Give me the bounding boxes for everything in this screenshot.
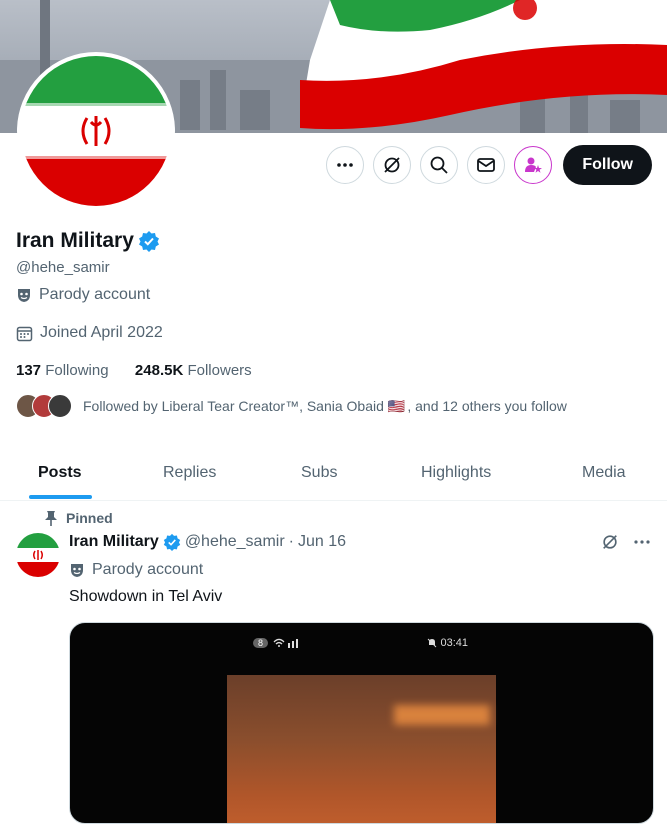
mute-bell-icon — [428, 638, 437, 648]
post-separator: · — [288, 533, 294, 550]
pinned-label: Pinned — [66, 510, 113, 526]
verified-badge-icon — [163, 533, 180, 551]
post-text: Showdown in Tel Aviv — [69, 588, 223, 605]
video-frame — [227, 675, 496, 823]
follower-avatars — [16, 394, 76, 418]
post-actions — [601, 533, 651, 551]
pinned-indicator: Pinned — [45, 510, 113, 526]
message-icon — [477, 158, 496, 172]
grok-icon[interactable] — [601, 533, 619, 551]
calendar-icon — [16, 326, 33, 341]
phone-status-bar: 8 03:41 — [253, 637, 468, 649]
blurred-watermark — [394, 705, 490, 725]
grok-icon — [384, 157, 400, 173]
phone-time: 03:41 — [440, 637, 468, 649]
profile-avatar[interactable] — [17, 52, 175, 210]
wifi-signal-icon — [273, 638, 299, 648]
tab-replies[interactable]: Replies — [163, 445, 216, 500]
followed-by-suffix: , and 12 others you follow — [407, 398, 567, 414]
verified-badge-icon[interactable] — [138, 230, 160, 252]
tab-media[interactable]: Media — [582, 445, 626, 500]
followers-link[interactable]: 248.5K Followers — [135, 362, 252, 379]
following-label: Following — [45, 362, 109, 379]
tab-highlights[interactable]: Highlights — [421, 445, 491, 500]
more-button[interactable] — [326, 146, 365, 184]
profile-stats: 137 Following 248.5K Followers — [16, 362, 252, 379]
tab-subs[interactable]: Subs — [301, 445, 337, 500]
profile-handle: @hehe_samir — [16, 259, 110, 276]
following-link[interactable]: 137 Following — [16, 362, 109, 379]
more-icon — [337, 163, 354, 167]
profile-tabs: Posts Replies Subs Highlights Media — [0, 445, 667, 501]
post-media-video[interactable]: 8 03:41 — [69, 622, 654, 824]
parody-mask-icon — [71, 564, 83, 577]
search-button[interactable] — [420, 146, 459, 184]
parody-mask-icon — [18, 289, 30, 302]
post-parody-label: Parody account — [92, 561, 204, 578]
follow-button[interactable]: Follow — [563, 145, 652, 185]
profile-name: Iran Military — [16, 229, 160, 253]
post-handle[interactable]: @hehe_samir — [185, 533, 285, 551]
parody-row: Parody account — [16, 286, 150, 304]
profile-actions: Follow — [326, 145, 652, 185]
post-author[interactable]: Iran Military — [69, 533, 159, 551]
subscribe-button[interactable] — [514, 146, 553, 184]
followers-label: Followers — [187, 362, 252, 379]
grok-button[interactable] — [373, 146, 412, 184]
following-count: 137 — [16, 362, 42, 379]
avatar — [48, 394, 72, 418]
followed-by-text: Followed by Liberal Tear Creator™, Sania… — [83, 398, 384, 414]
parody-label: Parody account — [39, 286, 151, 303]
post-header: Iran Military @hehe_samir · Jun 16 — [69, 533, 346, 551]
post-parody-row: Parody account — [69, 561, 203, 579]
active-tab-indicator — [29, 495, 92, 499]
followed-by-row[interactable]: Followed by Liberal Tear Creator™, Sania… — [16, 394, 567, 418]
subscribe-icon — [525, 157, 543, 173]
message-button[interactable] — [467, 146, 506, 184]
tab-posts[interactable]: Posts — [38, 445, 82, 500]
joined-date: Joined April 2022 — [40, 324, 163, 341]
pin-icon — [45, 510, 57, 526]
post-date[interactable]: Jun 16 — [298, 533, 346, 551]
followers-count: 248.5K — [134, 362, 184, 379]
search-icon — [430, 156, 448, 174]
us-flag-emoji: 🇺🇸 — [387, 397, 406, 414]
joined-row: Joined April 2022 — [16, 324, 163, 342]
more-icon[interactable] — [633, 533, 651, 551]
status-badge: 8 — [253, 638, 269, 648]
post-avatar[interactable] — [16, 533, 60, 577]
profile-name-text: Iran Military — [16, 229, 134, 252]
